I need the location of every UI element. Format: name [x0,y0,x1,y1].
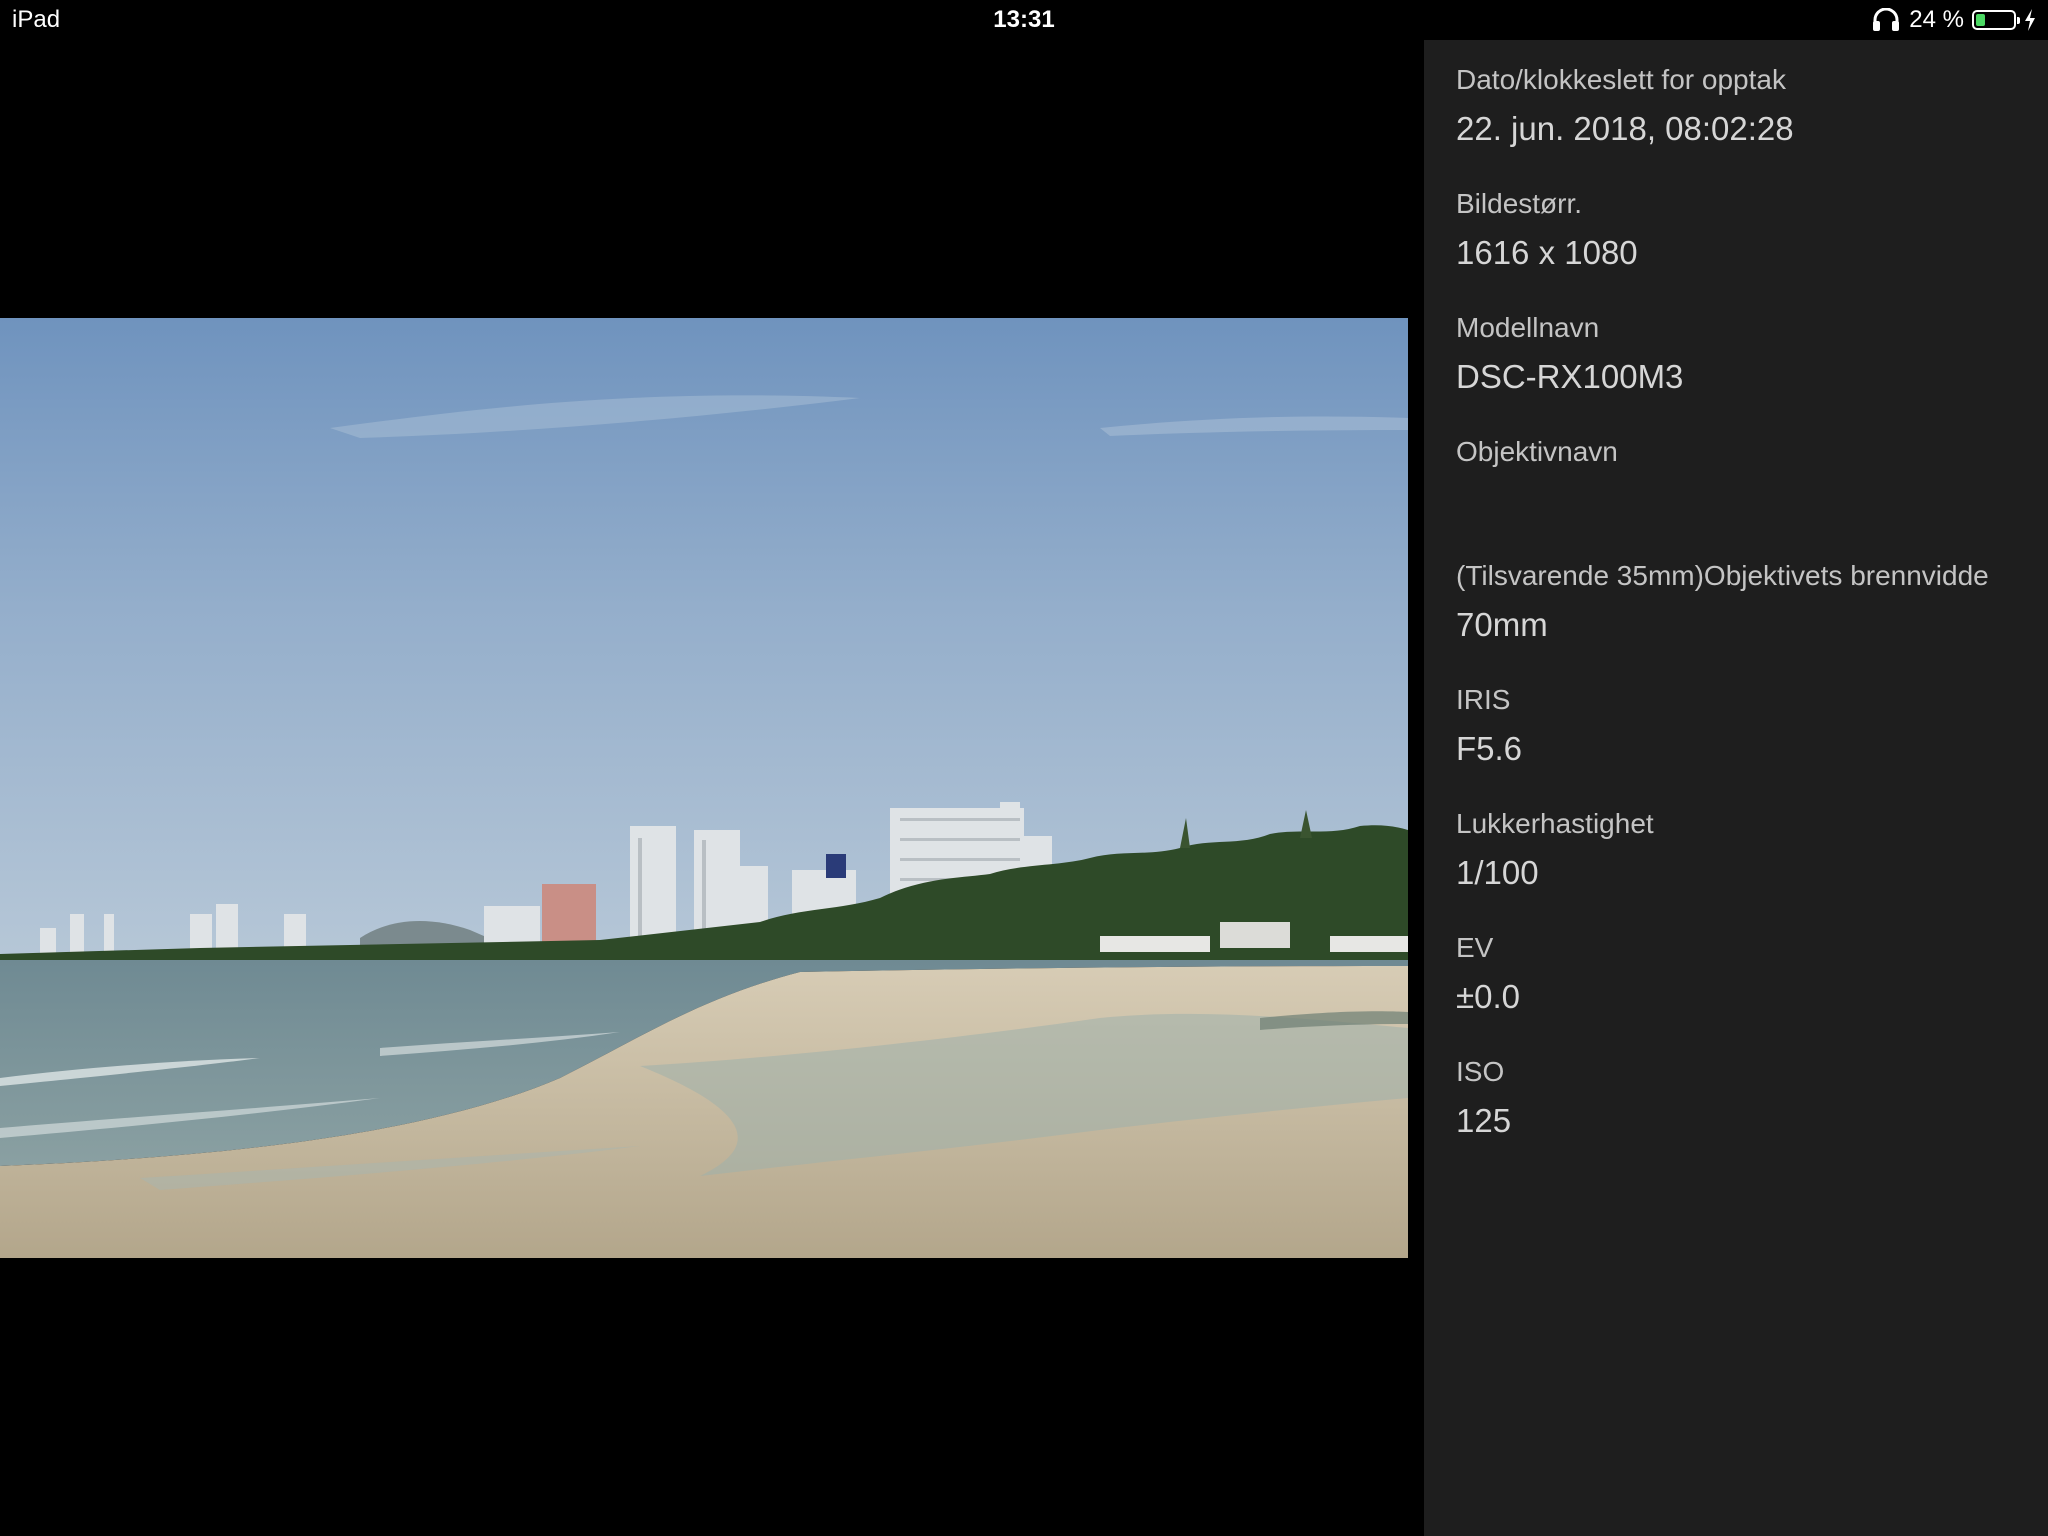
screen: iPad 13:31 24 % Dato/klokkeslett for opp… [0,0,2048,1536]
info-label: (Tilsvarende 35mm)Objektivets brennvidde [1456,560,1989,591]
battery-icon [1972,10,2020,30]
info-value: ±0.0 [1456,978,1520,1015]
info-value: 1616 x 1080 [1456,234,1638,271]
photo-info-panel: Dato/klokkeslett for opptak 22. jun. 201… [1424,40,2048,1536]
info-value: DSC-RX100M3 [1456,358,1684,395]
info-item-iris: IRIS F5.6 [1456,680,2048,804]
info-value: 70mm [1456,606,1548,643]
info-item-lens: Objektivnavn [1456,432,2048,556]
info-item-model: Modellnavn DSC-RX100M3 [1456,308,2048,432]
info-list: Dato/klokkeslett for opptak 22. jun. 201… [1456,60,2048,1176]
beach-photo [0,318,1408,1258]
info-value: 125 [1456,1102,1512,1139]
info-label: EV [1456,932,1494,963]
info-label: Modellnavn [1456,312,1600,343]
info-label: Lukkerhastighet [1456,808,1654,839]
info-label: Bildestørr. [1456,188,1583,219]
status-time: 13:31 [993,6,1055,33]
info-value: F5.6 [1456,730,1523,767]
battery-percent: 24 % [1909,6,1964,33]
info-item-image-size: Bildestørr. 1616 x 1080 [1456,184,2048,308]
battery-level-fill [1976,14,1985,26]
info-item-iso: ISO 125 [1456,1052,2048,1176]
info-item-date: Dato/klokkeslett for opptak 22. jun. 201… [1456,60,2048,184]
status-bar: iPad 13:31 24 % [0,0,2048,40]
headphones-icon [1871,8,1901,32]
status-indicators: 24 % [1871,4,2036,36]
info-item-focal-length: (Tilsvarende 35mm)Objektivets brennvidde… [1456,556,2048,680]
info-label: ISO [1456,1056,1505,1087]
info-value: 1/100 [1456,854,1539,891]
charging-icon [2024,9,2036,31]
info-label: Dato/klokkeslett for opptak [1456,64,1786,95]
info-item-ev: EV ±0.0 [1456,928,2048,1052]
info-value: 22. jun. 2018, 08:02:28 [1456,110,1794,147]
info-item-shutter-speed: Lukkerhastighet 1/100 [1456,804,2048,928]
info-label: IRIS [1456,684,1511,715]
info-value [1456,472,2048,530]
info-label: Objektivnavn [1456,436,1618,467]
photo-viewer[interactable] [0,318,1408,1258]
battery-nub [2017,17,2020,24]
